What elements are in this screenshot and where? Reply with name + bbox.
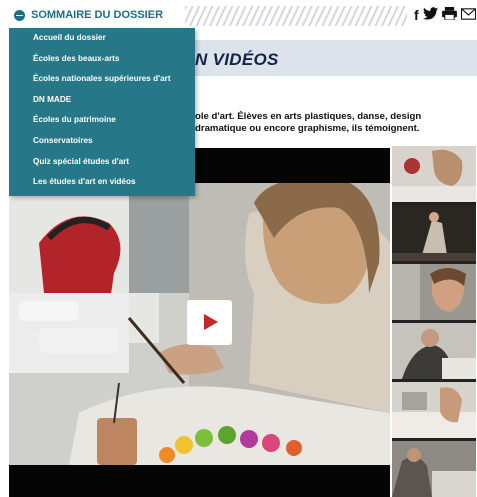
video-thumbnail-strip [392, 146, 476, 497]
email-icon[interactable] [460, 7, 476, 23]
menu-item-dn-made[interactable]: DN MADE [9, 90, 195, 111]
dossier-label: SOMMAIRE DU DOSSIER [31, 9, 164, 21]
video-letterbox-bottom [9, 465, 390, 497]
intro-text: ole d'art. Élèves en arts plastiques, da… [195, 111, 422, 134]
video-thumbnail[interactable] [392, 382, 476, 438]
play-button[interactable] [187, 300, 232, 345]
video-thumbnail[interactable] [392, 441, 476, 497]
video-thumbnail[interactable] [392, 264, 476, 320]
video-thumbnail[interactable] [392, 323, 476, 379]
twitter-icon[interactable] [422, 7, 438, 23]
print-icon[interactable] [441, 7, 457, 23]
minus-circle-icon [14, 9, 25, 21]
dossier-menu: Accueil du dossier Écoles des beaux-arts… [9, 28, 195, 196]
video-player[interactable] [9, 148, 390, 497]
social-share-bar: f [414, 7, 476, 23]
decorative-stripes [185, 6, 407, 26]
video-thumbnail[interactable] [392, 146, 476, 202]
dossier-menu-toggle[interactable]: SOMMAIRE DU DOSSIER [14, 9, 163, 21]
menu-item-quiz[interactable]: Quiz spécial études d'art [9, 152, 195, 173]
menu-item-ecoles-nationales[interactable]: Écoles nationales supérieures d'art [9, 69, 195, 90]
menu-item-beaux-arts[interactable]: Écoles des beaux-arts [9, 49, 195, 70]
page-title: N VIDÉOS [195, 50, 279, 69]
menu-item-accueil[interactable]: Accueil du dossier [9, 28, 195, 49]
menu-item-videos[interactable]: Les études d'art en vidéos [9, 172, 195, 193]
facebook-icon[interactable]: f [414, 7, 419, 23]
menu-item-patrimoine[interactable]: Écoles du patrimoine [9, 110, 195, 131]
video-thumbnail[interactable] [392, 205, 476, 261]
menu-item-conservatoires[interactable]: Conservatoires [9, 131, 195, 152]
